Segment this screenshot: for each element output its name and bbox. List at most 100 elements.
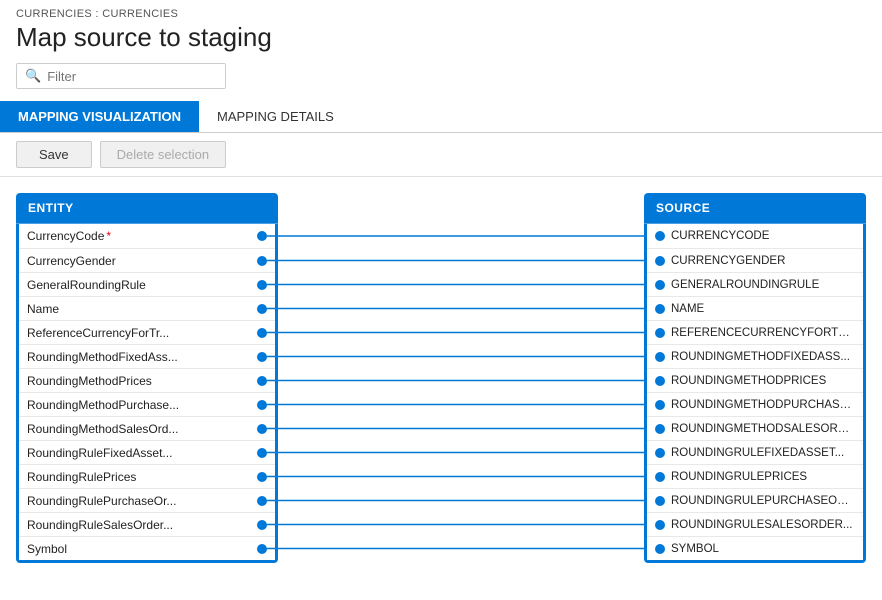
source-dot	[655, 304, 665, 314]
entity-row-label: RoundingRulePrices	[27, 470, 251, 484]
entity-dot	[257, 424, 267, 434]
page-title: Map source to staging	[16, 22, 866, 53]
source-row[interactable]: REFERENCECURRENCYFORTR...	[647, 320, 863, 344]
source-row[interactable]: GENERALROUNDINGRULE	[647, 272, 863, 296]
source-row[interactable]: ROUNDINGRULEPURCHASEOR...	[647, 488, 863, 512]
source-row[interactable]: CURRENCYGENDER	[647, 248, 863, 272]
entity-row-label: RoundingMethodPurchase...	[27, 398, 251, 412]
source-row-label: ROUNDINGMETHODSALESORD...	[671, 423, 855, 435]
entity-dot	[257, 376, 267, 386]
source-row-label: ROUNDINGMETHODPRICES	[671, 375, 855, 387]
entity-rows: CurrencyCode* CurrencyGender GeneralRoundi…	[16, 224, 278, 560]
delete-selection-button[interactable]: Delete selection	[100, 141, 227, 168]
entity-row[interactable]: GeneralRoundingRule	[19, 272, 275, 296]
source-row-label: ROUNDINGMETHODPURCHASE...	[671, 399, 855, 411]
save-button[interactable]: Save	[16, 141, 92, 168]
entity-dot	[257, 231, 267, 241]
source-dot	[655, 352, 665, 362]
source-row-label: ROUNDINGMETHODFIXEDASS...	[671, 351, 855, 363]
mapping-area: ENTITY CurrencyCode* CurrencyGender Genera…	[0, 177, 882, 579]
source-dot	[655, 544, 665, 554]
entity-row[interactable]: ReferenceCurrencyForTr...	[19, 320, 275, 344]
entity-row[interactable]: RoundingMethodFixedAss...	[19, 344, 275, 368]
source-row-label: CURRENCYCODE	[671, 230, 855, 242]
entity-panel-header: ENTITY	[16, 193, 278, 224]
entity-dot	[257, 280, 267, 290]
entity-dot	[257, 448, 267, 458]
entity-row-label: RoundingRulePurchaseOr...	[27, 494, 251, 508]
source-row[interactable]: ROUNDINGRULESALESORDER...	[647, 512, 863, 536]
source-dot	[655, 472, 665, 482]
source-row-label: ROUNDINGRULESALESORDER...	[671, 519, 855, 531]
required-star: *	[106, 229, 111, 243]
source-dot	[655, 424, 665, 434]
entity-dot	[257, 544, 267, 554]
entity-row[interactable]: RoundingRuleFixedAsset...	[19, 440, 275, 464]
entity-row-label: CurrencyCode*	[27, 229, 251, 243]
entity-panel: ENTITY CurrencyCode* CurrencyGender Genera…	[16, 193, 278, 563]
entity-row[interactable]: Symbol	[19, 536, 275, 560]
source-row[interactable]: CURRENCYCODE	[647, 224, 863, 248]
entity-dot	[257, 520, 267, 530]
toolbar: Save Delete selection	[0, 133, 882, 177]
filter-box: 🔍	[16, 63, 226, 89]
entity-dot	[257, 400, 267, 410]
source-row[interactable]: ROUNDINGMETHODFIXEDASS...	[647, 344, 863, 368]
entity-dot	[257, 328, 267, 338]
source-row-label: REFERENCECURRENCYFORTR...	[671, 327, 855, 339]
source-row[interactable]: ROUNDINGRULEPRICES	[647, 464, 863, 488]
entity-row[interactable]: Name	[19, 296, 275, 320]
entity-row-label: Symbol	[27, 542, 251, 556]
source-dot	[655, 448, 665, 458]
entity-row-label: RoundingMethodPrices	[27, 374, 251, 388]
source-dot	[655, 400, 665, 410]
source-dot	[655, 496, 665, 506]
entity-row-label: CurrencyGender	[27, 254, 251, 268]
source-row-label: ROUNDINGRULEPURCHASEOR...	[671, 495, 855, 507]
entity-row[interactable]: RoundingMethodSalesOrd...	[19, 416, 275, 440]
connector-lines	[278, 193, 644, 563]
source-row-label: SYMBOL	[671, 543, 855, 555]
entity-dot	[257, 256, 267, 266]
tab-mapping-visualization[interactable]: MAPPING VISUALIZATION	[0, 101, 199, 132]
source-row[interactable]: ROUNDINGMETHODPRICES	[647, 368, 863, 392]
entity-row-label: RoundingRuleFixedAsset...	[27, 446, 251, 460]
source-row[interactable]: ROUNDINGMETHODSALESORD...	[647, 416, 863, 440]
entity-row[interactable]: RoundingMethodPurchase...	[19, 392, 275, 416]
tab-mapping-details[interactable]: MAPPING DETAILS	[199, 101, 352, 132]
source-row[interactable]: ROUNDINGMETHODPURCHASE...	[647, 392, 863, 416]
source-row[interactable]: ROUNDINGRULEFIXEDASSET...	[647, 440, 863, 464]
entity-row[interactable]: CurrencyGender	[19, 248, 275, 272]
source-row-label: ROUNDINGRULEPRICES	[671, 471, 855, 483]
top-area: CURRENCIES : CURRENCIES Map source to st…	[0, 0, 882, 89]
breadcrumb: CURRENCIES : CURRENCIES	[16, 8, 866, 20]
source-dot	[655, 280, 665, 290]
entity-row[interactable]: CurrencyCode*	[19, 224, 275, 248]
source-dot	[655, 231, 665, 241]
entity-dot	[257, 352, 267, 362]
search-icon: 🔍	[25, 68, 41, 84]
source-panel: SOURCE CURRENCYCODE CURRENCYGENDER GENERAL…	[644, 193, 866, 563]
source-dot	[655, 520, 665, 530]
entity-row[interactable]: RoundingRulePrices	[19, 464, 275, 488]
entity-dot	[257, 304, 267, 314]
source-dot	[655, 376, 665, 386]
entity-row-label: RoundingMethodFixedAss...	[27, 350, 251, 364]
source-row[interactable]: SYMBOL	[647, 536, 863, 560]
entity-row-label: RoundingRuleSalesOrder...	[27, 518, 251, 532]
entity-dot	[257, 472, 267, 482]
source-panel-header: SOURCE	[644, 193, 866, 224]
entity-row[interactable]: RoundingMethodPrices	[19, 368, 275, 392]
source-row[interactable]: NAME	[647, 296, 863, 320]
filter-input[interactable]	[47, 69, 217, 84]
source-row-label: ROUNDINGRULEFIXEDASSET...	[671, 447, 855, 459]
entity-row-label: RoundingMethodSalesOrd...	[27, 422, 251, 436]
entity-row[interactable]: RoundingRuleSalesOrder...	[19, 512, 275, 536]
source-dot	[655, 328, 665, 338]
source-row-label: NAME	[671, 303, 855, 315]
entity-row-label: GeneralRoundingRule	[27, 278, 251, 292]
entity-row[interactable]: RoundingRulePurchaseOr...	[19, 488, 275, 512]
entity-dot	[257, 496, 267, 506]
source-row-label: CURRENCYGENDER	[671, 255, 855, 267]
source-row-label: GENERALROUNDINGRULE	[671, 279, 855, 291]
